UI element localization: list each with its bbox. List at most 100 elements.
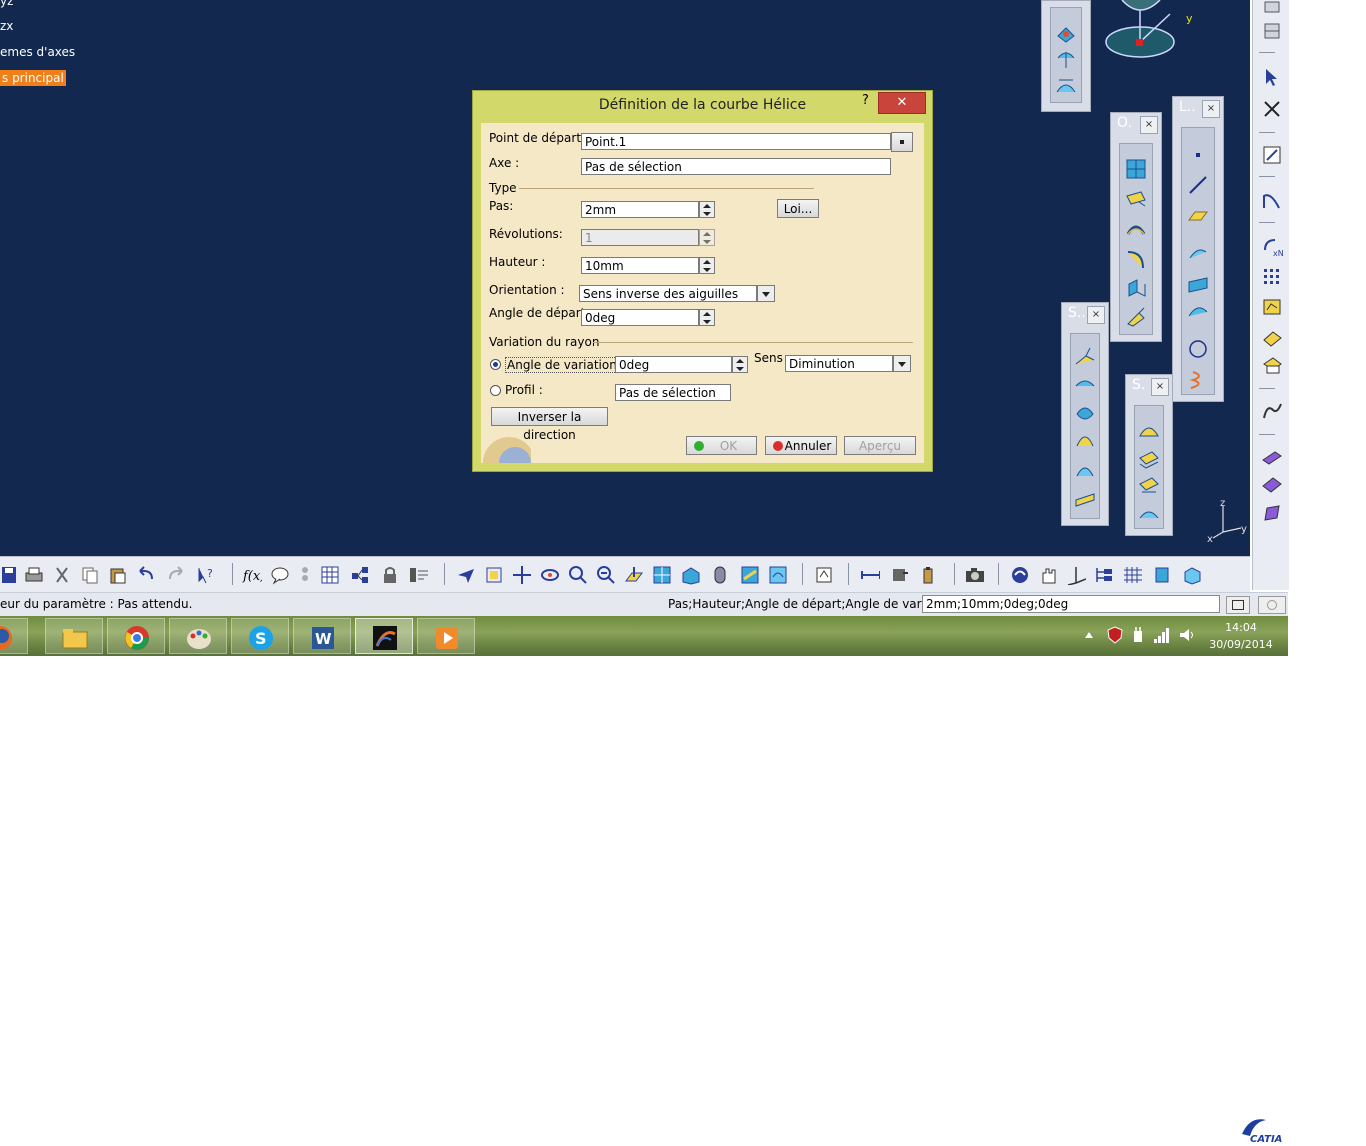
measure-inertia-icon[interactable] bbox=[890, 565, 910, 585]
draft-analysis-icon[interactable] bbox=[1261, 326, 1283, 348]
cylinder-icon[interactable] bbox=[1074, 430, 1096, 452]
projection-icon[interactable] bbox=[1187, 242, 1209, 264]
extrude-surface-icon[interactable] bbox=[1055, 22, 1077, 44]
view-box-icon[interactable] bbox=[1182, 565, 1202, 585]
normal-view-icon[interactable] bbox=[624, 565, 644, 585]
law-button[interactable]: Loi... bbox=[777, 199, 819, 218]
tree-item-yz-plane[interactable]: yz bbox=[0, 0, 13, 8]
helix-definition-dialog[interactable]: Définition de la courbe Hélice ? ✕ Point… bbox=[472, 90, 933, 472]
multi-view-icon[interactable] bbox=[652, 565, 672, 585]
part-icon[interactable] bbox=[1261, 20, 1283, 42]
floating-toolbar-wireframe[interactable]: L.. × bbox=[1172, 96, 1224, 402]
point-icon[interactable] bbox=[1187, 144, 1209, 166]
height-field[interactable]: 10mm bbox=[581, 257, 699, 274]
status-command-input[interactable]: 2mm;10mm;0deg;0deg bbox=[922, 595, 1220, 613]
blend-icon[interactable] bbox=[1138, 476, 1160, 498]
pitch-spinner[interactable] bbox=[699, 201, 715, 218]
toolbar-o-close-button[interactable]: × bbox=[1140, 116, 1158, 134]
swap-visible-space-icon[interactable] bbox=[768, 565, 788, 585]
transformation-icon[interactable] bbox=[1125, 278, 1147, 300]
network-signal-icon[interactable] bbox=[1152, 626, 1170, 644]
extract-icon[interactable] bbox=[1125, 218, 1147, 240]
start-angle-spinner[interactable] bbox=[699, 309, 715, 326]
taskbar-paint[interactable] bbox=[169, 618, 227, 654]
toolbar-l-close-button[interactable]: × bbox=[1202, 100, 1220, 118]
whats-this-icon[interactable]: ? bbox=[196, 565, 216, 585]
zoom-out-icon[interactable] bbox=[596, 565, 616, 585]
clock-time[interactable]: 14:04 bbox=[1210, 621, 1272, 634]
intersection-icon[interactable] bbox=[1187, 272, 1209, 294]
volume-icon[interactable] bbox=[1178, 626, 1196, 644]
start-angle-field[interactable]: 0deg bbox=[581, 309, 699, 326]
circle-icon[interactable] bbox=[1187, 338, 1209, 360]
orientation-select[interactable]: Sens inverse des aiguilles bbox=[579, 285, 757, 302]
product-icon[interactable] bbox=[1261, 0, 1283, 22]
helix-icon[interactable] bbox=[1187, 368, 1209, 390]
antivirus-shield-icon[interactable] bbox=[1106, 626, 1124, 644]
floating-toolbar-surfaces-2[interactable]: S. × bbox=[1125, 374, 1173, 536]
solid-extrude-icon[interactable] bbox=[1261, 446, 1283, 468]
save-icon[interactable] bbox=[0, 565, 20, 585]
cut-icon[interactable] bbox=[52, 565, 72, 585]
fill-icon[interactable] bbox=[1138, 420, 1160, 442]
multi-section-surface-icon[interactable] bbox=[1138, 448, 1160, 470]
copy-icon[interactable] bbox=[80, 565, 100, 585]
zoom-in-icon[interactable] bbox=[568, 565, 588, 585]
tree-structure-icon[interactable] bbox=[1094, 565, 1114, 585]
pattern-grid-icon[interactable] bbox=[1261, 266, 1283, 288]
taskbar-firefox[interactable] bbox=[0, 618, 28, 654]
plane-icon[interactable] bbox=[1187, 204, 1209, 226]
power-plug-icon[interactable] bbox=[1130, 626, 1146, 644]
status-dock-button[interactable] bbox=[1226, 596, 1250, 614]
start-point-pick-button[interactable] bbox=[891, 132, 913, 152]
cancel-button[interactable]: Annuler bbox=[765, 436, 837, 455]
shading-icon[interactable] bbox=[710, 565, 730, 585]
taskbar-chrome[interactable] bbox=[107, 618, 165, 654]
extrude-icon[interactable] bbox=[1074, 346, 1096, 368]
direction-dropdown-icon[interactable] bbox=[893, 355, 911, 372]
taskbar-skype[interactable]: S bbox=[231, 618, 289, 654]
split-icon[interactable] bbox=[1125, 188, 1147, 210]
orientation-dropdown-icon[interactable] bbox=[757, 285, 775, 302]
toolbar-s2-close-button[interactable]: × bbox=[1151, 378, 1169, 396]
hide-show-icon[interactable] bbox=[740, 565, 760, 585]
hand-icon[interactable] bbox=[1038, 565, 1058, 585]
fillet-icon[interactable] bbox=[1125, 248, 1147, 270]
law-icon[interactable] bbox=[1261, 400, 1283, 422]
feature-lock-icon[interactable] bbox=[380, 565, 400, 585]
revolve-surface-icon[interactable] bbox=[1055, 48, 1077, 70]
design-table-icon[interactable] bbox=[320, 565, 340, 585]
rotate-icon[interactable] bbox=[540, 565, 560, 585]
status-power-input-button[interactable] bbox=[1258, 596, 1286, 614]
print-icon[interactable] bbox=[24, 565, 44, 585]
knowledge-icon[interactable] bbox=[298, 565, 318, 585]
variation-angle-radio[interactable] bbox=[490, 359, 501, 370]
redo-icon[interactable] bbox=[166, 565, 186, 585]
sweep-surface-icon[interactable] bbox=[1055, 74, 1077, 96]
axis-system-icon[interactable] bbox=[1066, 565, 1086, 585]
grid-icon[interactable] bbox=[1122, 565, 1142, 585]
taskbar-media-player[interactable] bbox=[417, 618, 475, 654]
capture-camera-icon[interactable] bbox=[964, 565, 984, 585]
height-spinner[interactable] bbox=[699, 257, 715, 274]
undo-icon[interactable] bbox=[136, 565, 156, 585]
variation-angle-spinner[interactable] bbox=[732, 356, 748, 373]
catalog-icon[interactable] bbox=[350, 565, 370, 585]
solid-shell-icon[interactable] bbox=[1261, 502, 1283, 524]
formula-icon[interactable]: f(x) bbox=[242, 565, 262, 585]
fly-mode-icon[interactable] bbox=[456, 565, 476, 585]
solid-combine-icon[interactable] bbox=[1261, 474, 1283, 496]
preview-button[interactable]: Aperçu bbox=[844, 436, 916, 455]
dialog-close-button[interactable]: ✕ bbox=[878, 92, 926, 114]
ok-button[interactable]: OK bbox=[686, 436, 757, 455]
snap-icon[interactable] bbox=[1261, 98, 1283, 120]
join-icon[interactable] bbox=[1125, 158, 1147, 180]
start-point-field[interactable]: Point.1 bbox=[581, 133, 891, 150]
measure-icon[interactable] bbox=[860, 565, 880, 585]
variation-angle-label[interactable]: Angle de variation: bbox=[505, 357, 623, 373]
macro-icon[interactable] bbox=[408, 565, 428, 585]
direction-select[interactable]: Diminution bbox=[785, 355, 893, 372]
boundary-icon[interactable] bbox=[1138, 504, 1160, 526]
floating-toolbar-operations[interactable]: O. × bbox=[1110, 112, 1162, 342]
fit-all-icon[interactable] bbox=[484, 565, 504, 585]
